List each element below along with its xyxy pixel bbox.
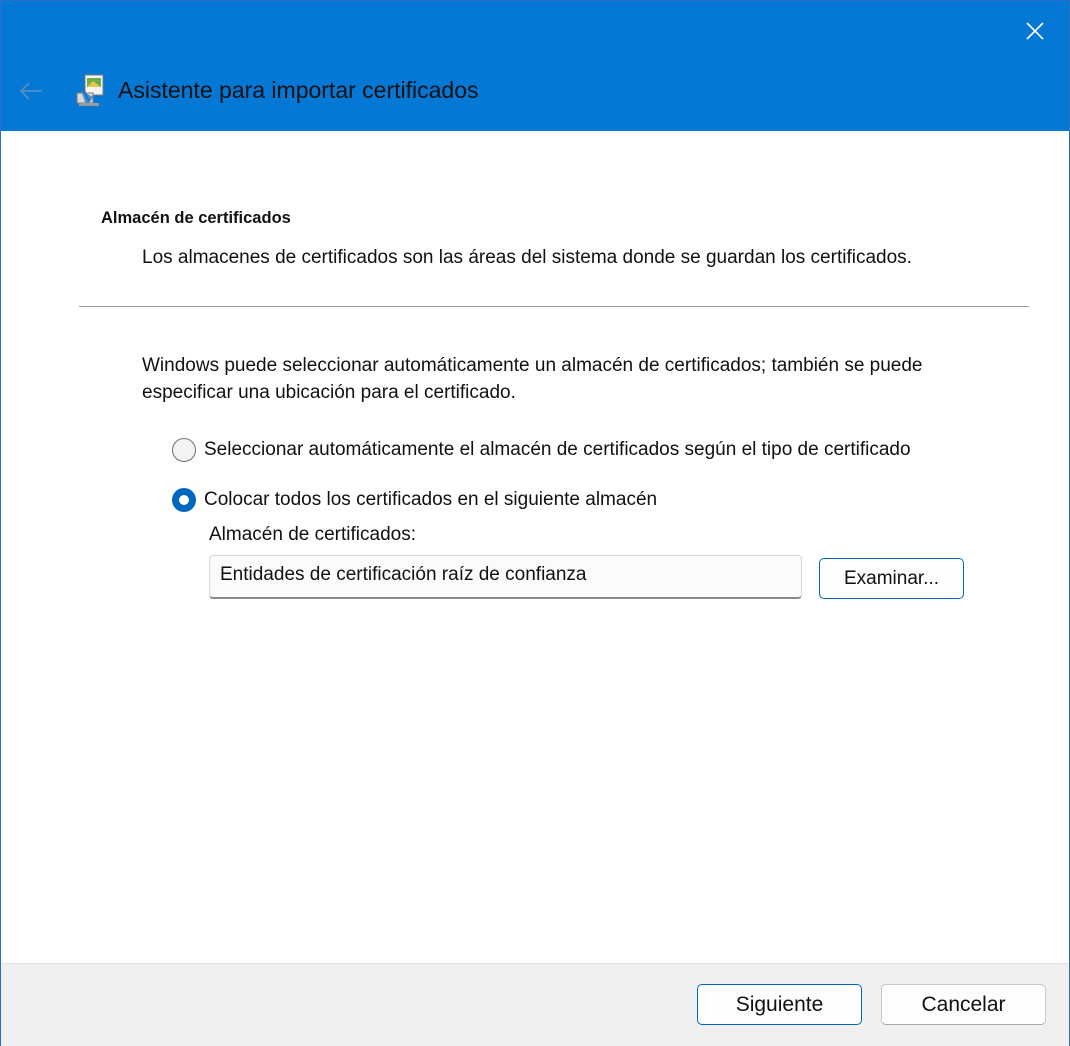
header-separator [79, 306, 1029, 307]
radio-auto-select[interactable]: Seleccionar automáticamente el almacén d… [172, 436, 932, 463]
radio-place-in-store[interactable]: Colocar todos los certificados en el sig… [172, 486, 932, 513]
next-button[interactable]: Siguiente [697, 984, 862, 1025]
radio-place-in-store-label[interactable]: Colocar todos los certificados en el sig… [204, 486, 657, 513]
page-description: Los almacenes de certificados son las ár… [142, 247, 912, 268]
close-button[interactable] [1013, 11, 1057, 51]
intro-text: Windows puede seleccionar automáticament… [142, 355, 923, 403]
store-field-label: Almacén de certificados: [209, 524, 416, 545]
back-button[interactable] [11, 73, 51, 109]
window-title: Asistente para importar certificados [118, 77, 479, 103]
certificate-import-wizard-window: Asistente para importar certificados Alm… [0, 0, 1070, 1046]
radio-button-selected[interactable] [172, 488, 196, 512]
arrow-left-icon [19, 82, 42, 100]
radio-button-unselected[interactable] [172, 438, 196, 462]
close-icon [1026, 22, 1044, 40]
certificate-store-field[interactable]: Entidades de certificación raíz de confi… [209, 555, 802, 599]
browse-button[interactable]: Examinar... [819, 558, 964, 599]
footer-bar: Siguiente Cancelar [1, 963, 1069, 1046]
title-bar: Asistente para importar certificados [1, 1, 1069, 131]
certificate-wizard-icon [76, 74, 104, 107]
page-heading: Almacén de certificados [101, 209, 291, 227]
cancel-button[interactable]: Cancelar [881, 984, 1046, 1025]
radio-auto-select-label[interactable]: Seleccionar automáticamente el almacén d… [204, 436, 911, 463]
